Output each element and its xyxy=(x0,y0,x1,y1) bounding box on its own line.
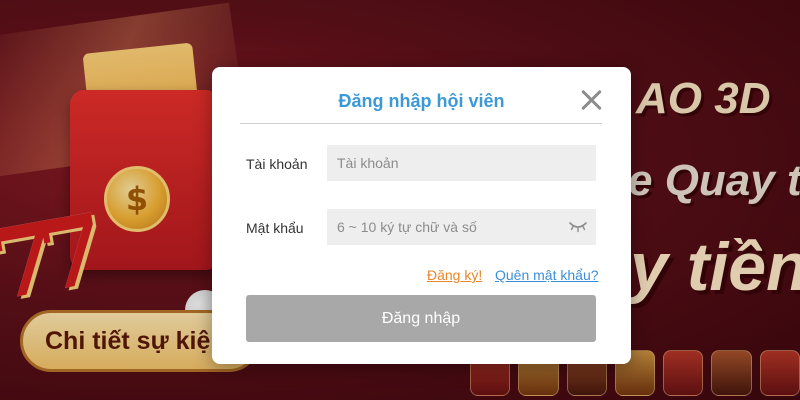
account-input[interactable] xyxy=(327,145,596,181)
modal-title: Đăng nhập hội viên xyxy=(338,91,505,111)
register-link[interactable]: Đăng ký! xyxy=(427,267,482,283)
login-button[interactable]: Đăng nhập xyxy=(246,295,596,342)
login-modal: Đăng nhập hội viên Tài khoản Mật khẩu Đă… xyxy=(212,67,631,364)
close-icon[interactable] xyxy=(578,87,604,113)
eye-closed-icon[interactable] xyxy=(568,219,588,233)
password-input[interactable] xyxy=(327,209,596,245)
title-divider xyxy=(240,123,602,124)
forgot-password-link[interactable]: Quên mật khẩu? xyxy=(495,267,599,283)
account-label: Tài khoản xyxy=(246,156,308,172)
password-label: Mật khẩu xyxy=(246,220,304,236)
